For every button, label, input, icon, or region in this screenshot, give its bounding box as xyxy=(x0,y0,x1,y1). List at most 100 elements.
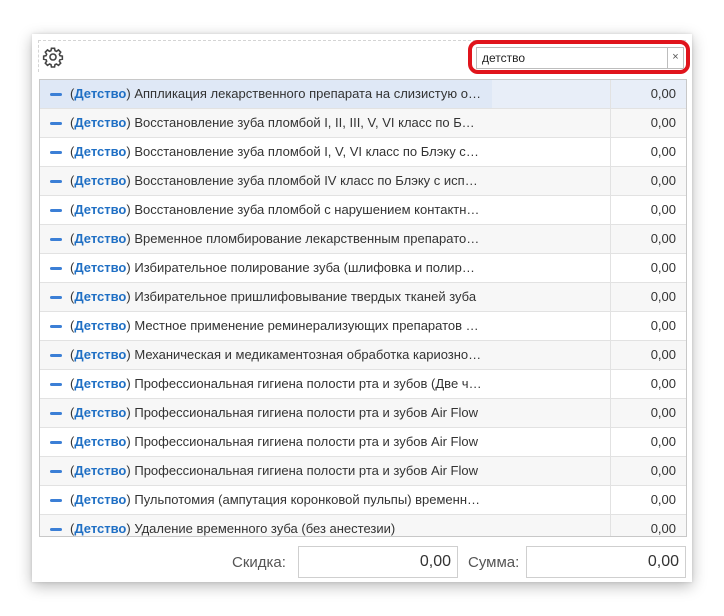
row-title: (Детство) Восстановление зуба пломбой I,… xyxy=(70,115,482,131)
row-name-cell: (Детство) Пульпотомия (ампутация коронко… xyxy=(40,486,492,514)
list-item[interactable]: (Детство) Восстановление зуба пломбой с … xyxy=(40,196,686,225)
minus-icon[interactable] xyxy=(50,180,62,183)
row-title: (Детство) Пульпотомия (ампутация коронко… xyxy=(70,492,482,508)
minus-icon[interactable] xyxy=(50,267,62,270)
row-title: (Детство) Восстановление зуба пломбой с … xyxy=(70,202,482,218)
row-price: 0,00 xyxy=(650,405,676,420)
search-input[interactable] xyxy=(476,47,667,69)
row-name-cell: (Детство) Восстановление зуба пломбой с … xyxy=(40,196,492,224)
row-service-name: Восстановление зуба пломбой с нарушением… xyxy=(134,202,482,217)
column-divider xyxy=(610,138,611,166)
column-divider xyxy=(610,428,611,456)
row-category: Детство xyxy=(74,115,127,130)
column-divider xyxy=(610,80,611,108)
list-item[interactable]: (Детство) Восстановление зуба пломбой I,… xyxy=(40,138,686,167)
row-category: Детство xyxy=(74,231,127,246)
minus-icon[interactable] xyxy=(50,151,62,154)
list-item[interactable]: (Детство) Аппликация лекарственного преп… xyxy=(40,80,686,109)
list-item[interactable]: (Детство) Механическая и медикаментозная… xyxy=(40,341,686,370)
row-title: (Детство) Профессиональная гигиена полос… xyxy=(70,434,478,449)
row-category: Детство xyxy=(74,376,127,391)
row-price: 0,00 xyxy=(650,376,676,391)
row-service-name: Местное применение реминерализующих преп… xyxy=(134,318,482,333)
row-category: Детство xyxy=(74,521,127,536)
row-category: Детство xyxy=(74,463,127,478)
minus-icon[interactable] xyxy=(50,325,62,328)
services-panel: × (Детство) Аппликация лекарственного пр… xyxy=(32,34,692,582)
search-clear-button[interactable]: × xyxy=(667,47,684,69)
row-price: 0,00 xyxy=(650,86,676,101)
row-price: 0,00 xyxy=(650,260,676,275)
minus-icon[interactable] xyxy=(50,296,62,299)
row-service-name: Аппликация лекарственного препарата на с… xyxy=(134,86,482,101)
row-name-cell: (Детство) Аппликация лекарственного преп… xyxy=(40,80,492,108)
row-service-name: Механическая и медикаментозная обработка… xyxy=(134,347,482,362)
row-name-cell: (Детство) Восстановление зуба пломбой I,… xyxy=(40,138,492,166)
row-title: (Детство) Аппликация лекарственного преп… xyxy=(70,86,482,102)
minus-icon[interactable] xyxy=(50,470,62,473)
row-price: 0,00 xyxy=(650,434,676,449)
row-service-name: Избирательное полирование зуба (шлифовка… xyxy=(134,260,482,275)
row-name-cell: (Детство) Временное пломбирование лекарс… xyxy=(40,225,492,253)
row-title: (Детство) Избирательное пришлифовывание … xyxy=(70,289,477,304)
row-category: Детство xyxy=(74,289,127,304)
row-category: Детство xyxy=(74,202,127,217)
minus-icon[interactable] xyxy=(50,93,62,96)
list-item[interactable]: (Детство) Избирательное пришлифовывание … xyxy=(40,283,686,312)
list-item[interactable]: (Детство) Временное пломбирование лекарс… xyxy=(40,225,686,254)
column-divider xyxy=(610,196,611,224)
column-divider xyxy=(610,283,611,311)
list-item[interactable]: (Детство) Профессиональная гигиена полос… xyxy=(40,399,686,428)
row-category: Детство xyxy=(74,318,127,333)
row-service-name: Избирательное пришлифовывание твердых тк… xyxy=(134,289,477,304)
services-list: (Детство) Аппликация лекарственного преп… xyxy=(39,79,687,537)
list-item[interactable]: (Детство) Пульпотомия (ампутация коронко… xyxy=(40,486,686,515)
column-divider xyxy=(610,341,611,369)
panel-dashed-border-left xyxy=(38,40,40,72)
minus-icon[interactable] xyxy=(50,412,62,415)
list-item[interactable]: (Детство) Избирательное полирование зуба… xyxy=(40,254,686,283)
sum-label: Сумма: xyxy=(468,554,520,571)
list-item[interactable]: (Детство) Восстановление зуба пломбой I,… xyxy=(40,109,686,138)
minus-icon[interactable] xyxy=(50,238,62,241)
column-divider xyxy=(610,370,611,398)
sum-field[interactable]: 0,00 xyxy=(526,546,686,578)
row-category: Детство xyxy=(74,405,127,420)
row-category: Детство xyxy=(74,492,127,507)
row-title: (Детство) Удаление временного зуба (без … xyxy=(70,521,396,536)
minus-icon[interactable] xyxy=(50,383,62,386)
row-price: 0,00 xyxy=(650,463,676,478)
discount-label: Скидка: xyxy=(232,554,286,571)
column-divider xyxy=(610,399,611,427)
gear-icon[interactable] xyxy=(42,46,64,68)
list-item[interactable]: (Детство) Восстановление зуба пломбой IV… xyxy=(40,167,686,196)
minus-icon[interactable] xyxy=(50,122,62,125)
row-service-name: Восстановление зуба пломбой I, V, VI кла… xyxy=(134,144,482,159)
row-name-cell: (Детство) Профессиональная гигиена полос… xyxy=(40,399,492,427)
list-item[interactable]: (Детство) Удаление временного зуба (без … xyxy=(40,515,686,536)
list-item[interactable]: (Детство) Местное применение реминерализ… xyxy=(40,312,686,341)
row-title: (Детство) Временное пломбирование лекарс… xyxy=(70,231,482,247)
row-name-cell: (Детство) Профессиональная гигиена полос… xyxy=(40,457,492,485)
row-service-name: Профессиональная гигиена полости рта и з… xyxy=(134,376,482,391)
discount-field[interactable]: 0,00 xyxy=(298,546,458,578)
row-name-cell: (Детство) Избирательное полирование зуба… xyxy=(40,254,492,282)
row-category: Детство xyxy=(74,434,127,449)
row-name-cell: (Детство) Избирательное пришлифовывание … xyxy=(40,283,492,311)
minus-icon[interactable] xyxy=(50,499,62,502)
list-item[interactable]: (Детство) Профессиональная гигиена полос… xyxy=(40,428,686,457)
minus-icon[interactable] xyxy=(50,209,62,212)
row-price: 0,00 xyxy=(650,289,676,304)
list-item[interactable]: (Детство) Профессиональная гигиена полос… xyxy=(40,457,686,486)
row-service-name: Профессиональная гигиена полости рта и з… xyxy=(134,405,478,420)
column-divider xyxy=(610,486,611,514)
row-price: 0,00 xyxy=(650,231,676,246)
list-item[interactable]: (Детство) Профессиональная гигиена полос… xyxy=(40,370,686,399)
row-service-name: Профессиональная гигиена полости рта и з… xyxy=(134,434,478,449)
minus-icon[interactable] xyxy=(50,354,62,357)
minus-icon[interactable] xyxy=(50,528,62,531)
minus-icon[interactable] xyxy=(50,441,62,444)
column-divider xyxy=(610,109,611,137)
row-service-name: Восстановление зуба пломбой I, II, III, … xyxy=(134,115,482,130)
column-divider xyxy=(610,515,611,536)
